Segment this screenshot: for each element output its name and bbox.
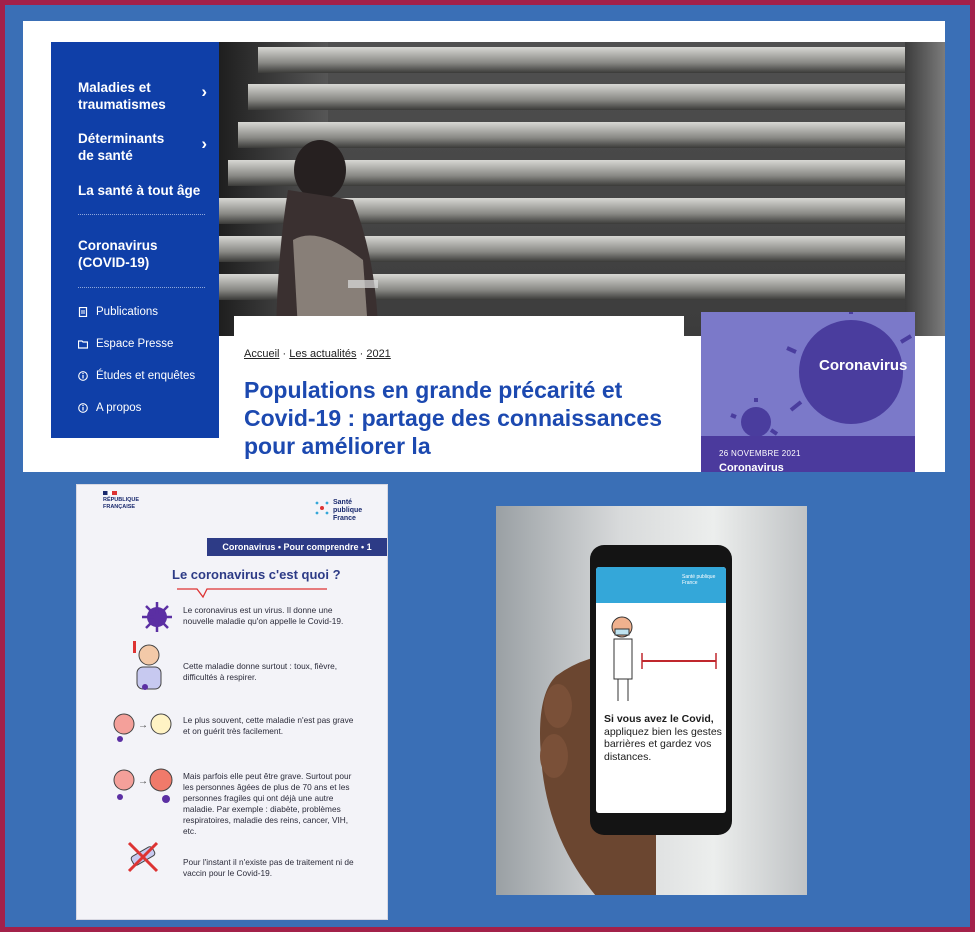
smartphone: Santé publique France Si vous avez le Co…: [590, 545, 732, 835]
breadcrumb-news[interactable]: Les actualités: [289, 348, 356, 360]
breadcrumb: Accueil · Les actualités · 2021: [244, 348, 391, 360]
sidebar-item-maladies[interactable]: Maladies et traumatismes: [78, 79, 207, 113]
card-title: Coronavirus: [719, 462, 784, 472]
poster-paragraph: Le plus souvent, cette maladie n'est pas…: [183, 715, 354, 736]
page-title: Populations en grande précarité et Covid…: [244, 377, 662, 459]
no-treatment-icon: [127, 841, 159, 873]
info-icon: [78, 371, 88, 381]
phone-screen: Santé publique France Si vous avez le Co…: [596, 567, 726, 813]
sidebar-menu: Maladies et traumatismes › Déterminants …: [51, 42, 219, 438]
sidebar-item-sante-age[interactable]: La santé à tout âge: [78, 182, 207, 199]
distance-illustration: [611, 616, 717, 701]
info-poster: RÉPUBLIQUE FRANÇAISE Santé publique Fran…: [76, 484, 388, 920]
poster-paragraph: Pour l'instant il n'existe pas de traite…: [183, 857, 354, 878]
sante-publique-logo-text: Santé publique France: [333, 499, 363, 522]
poster-paragraph: Cette maladie donne surtout : toux, fièv…: [183, 661, 338, 682]
screen-brand: Santé publique France: [682, 574, 716, 586]
folder-icon: [78, 340, 88, 349]
republique-logo-text: RÉPUBLIQUE FRANÇAISE: [103, 497, 140, 510]
chevron-right-icon: ›: [201, 82, 207, 101]
breadcrumb-year[interactable]: 2021: [366, 348, 390, 360]
poster-paragraph: Mais parfois elle peut être grave. Surto…: [183, 771, 352, 836]
poster-paragraph: Le coronavirus est un virus. Il donne un…: [183, 605, 344, 626]
sidebar-link-etudes[interactable]: Études et enquêtes: [78, 370, 195, 382]
sick-person-icon: [133, 641, 162, 690]
sante-publique-logo-icon: [315, 501, 329, 515]
title-underline: [177, 588, 327, 599]
coronavirus-card[interactable]: Coronavirus 26 NOVEMBRE 2021 Coronavirus: [701, 312, 915, 472]
sidebar-item-coronavirus[interactable]: Coronavirus (COVID-19): [78, 237, 168, 271]
card-label: Coronavirus: [819, 357, 908, 374]
phone-photo: Santé publique France Si vous avez le Co…: [496, 506, 807, 895]
website-screenshot: Coronavirus 26 NOVEMBRE 2021 Coronavirus…: [23, 21, 945, 472]
recovery-faces-icon: →: [113, 713, 172, 742]
french-flag-icon: [103, 491, 117, 495]
sidebar-divider: [78, 287, 205, 288]
breadcrumb-home[interactable]: Accueil: [244, 348, 279, 360]
severe-faces-icon: →: [113, 768, 173, 803]
sidebar-link-espace-presse[interactable]: Espace Presse: [78, 338, 173, 350]
sidebar-item-determinants[interactable]: Déterminants de santé: [78, 130, 207, 164]
hero-image-stairs: [218, 42, 945, 336]
svg-text:→: →: [138, 776, 148, 787]
svg-text:→: →: [138, 720, 148, 731]
chevron-right-icon: ›: [201, 134, 207, 153]
poster-title: Le coronavirus c'est quoi ?: [172, 567, 341, 582]
virus-icon: [142, 602, 172, 632]
document-icon: [78, 307, 88, 317]
screen-message: Si vous avez le Covid, appliquez bien le…: [604, 713, 722, 763]
info-icon: [78, 403, 88, 413]
poster-band: Coronavirus • Pour comprendre • 1: [207, 538, 387, 556]
sidebar-link-publications[interactable]: Publications: [78, 306, 158, 318]
card-date: 26 NOVEMBRE 2021: [719, 449, 801, 458]
sidebar-link-a-propos[interactable]: A propos: [78, 402, 141, 414]
article-header: Accueil · Les actualités · 2021 Populati…: [234, 316, 684, 472]
sidebar-divider: [78, 214, 205, 215]
seated-person-figure: [276, 140, 378, 330]
